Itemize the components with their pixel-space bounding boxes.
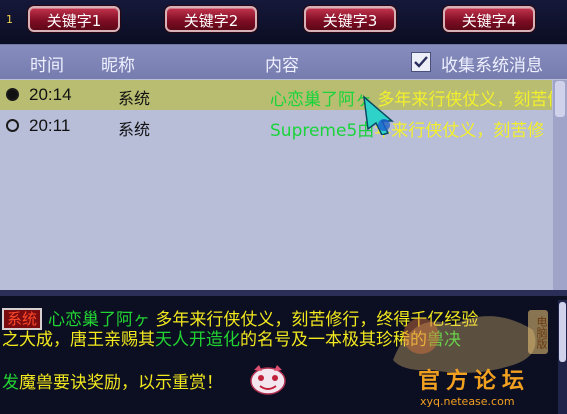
- message-row[interactable]: 20:11 系统 Supreme5由年来行侠仗义，刻苦修: [0, 111, 552, 141]
- keyword-button-4[interactable]: 关键字4: [443, 6, 535, 32]
- keyword-button-1[interactable]: 关键字1: [28, 6, 120, 32]
- chat-title-name[interactable]: 天人开造化: [155, 330, 240, 350]
- keyword-button-2[interactable]: 关键字2: [165, 6, 257, 32]
- game-cursor-icon: [363, 95, 395, 135]
- watermark-url: xyq.netease.com: [420, 395, 515, 408]
- chat-item-name[interactable]: 发: [2, 373, 19, 393]
- channel-index: 1: [6, 13, 13, 26]
- column-header-content[interactable]: 内容: [265, 51, 299, 76]
- row-nickname: 系统: [118, 120, 151, 139]
- column-header-time[interactable]: 时间: [30, 51, 64, 76]
- list-header: 时间 昵称 内容 收集系统消息: [0, 45, 567, 79]
- collect-system-checkbox[interactable]: [411, 52, 431, 72]
- collect-system-label: 收集系统消息: [441, 56, 543, 76]
- system-tag: 系统: [2, 308, 43, 330]
- row-radio-selected[interactable]: [6, 88, 19, 101]
- list-scrollbar-thumb[interactable]: [555, 81, 565, 117]
- row-radio[interactable]: [6, 119, 19, 132]
- row-content: Supreme5由年来行侠仗义，刻苦修: [270, 116, 544, 141]
- row-time: 20:11: [29, 116, 71, 135]
- chat-text: 魔兽要诀奖励，以示重赏！: [19, 373, 223, 393]
- message-list-panel: 时间 昵称 内容 收集系统消息 20:14 系统 心恋巢了阿ヶ 多年来行侠仗义，…: [0, 44, 567, 290]
- chat-scrollbar-thumb[interactable]: [559, 302, 566, 362]
- keyword-button-3[interactable]: 关键字3: [304, 6, 396, 32]
- row-content-player: 心恋巢了阿ヶ: [270, 90, 372, 110]
- row-time: 20:14: [29, 85, 72, 104]
- checkmark-icon: [414, 56, 428, 68]
- watermark-badge: 电脑版: [528, 310, 548, 354]
- row-content-text: 多年来行侠仗义，刻苦修: [377, 90, 552, 110]
- emoticon-icon: [250, 365, 286, 395]
- row-nickname: 系统: [118, 89, 151, 108]
- row-content: 心恋巢了阿ヶ 多年来行侠仗义，刻苦修: [270, 85, 552, 110]
- watermark-title: 官方论坛: [418, 369, 531, 394]
- keyword-toolbar: 1 关键字1 关键字2 关键字3 关键字4: [0, 0, 567, 44]
- message-row[interactable]: 20:14 系统 心恋巢了阿ヶ 多年来行侠仗义，刻苦修: [0, 80, 552, 110]
- chat-line-3: 发魔兽要诀奖励，以示重赏！: [2, 372, 223, 395]
- chat-player-name[interactable]: 心恋巢了阿ヶ: [48, 310, 150, 330]
- chat-text: 之大成，唐王亲赐其: [2, 330, 155, 350]
- row-content-player: Supreme: [270, 121, 347, 141]
- column-header-nickname[interactable]: 昵称: [101, 51, 135, 76]
